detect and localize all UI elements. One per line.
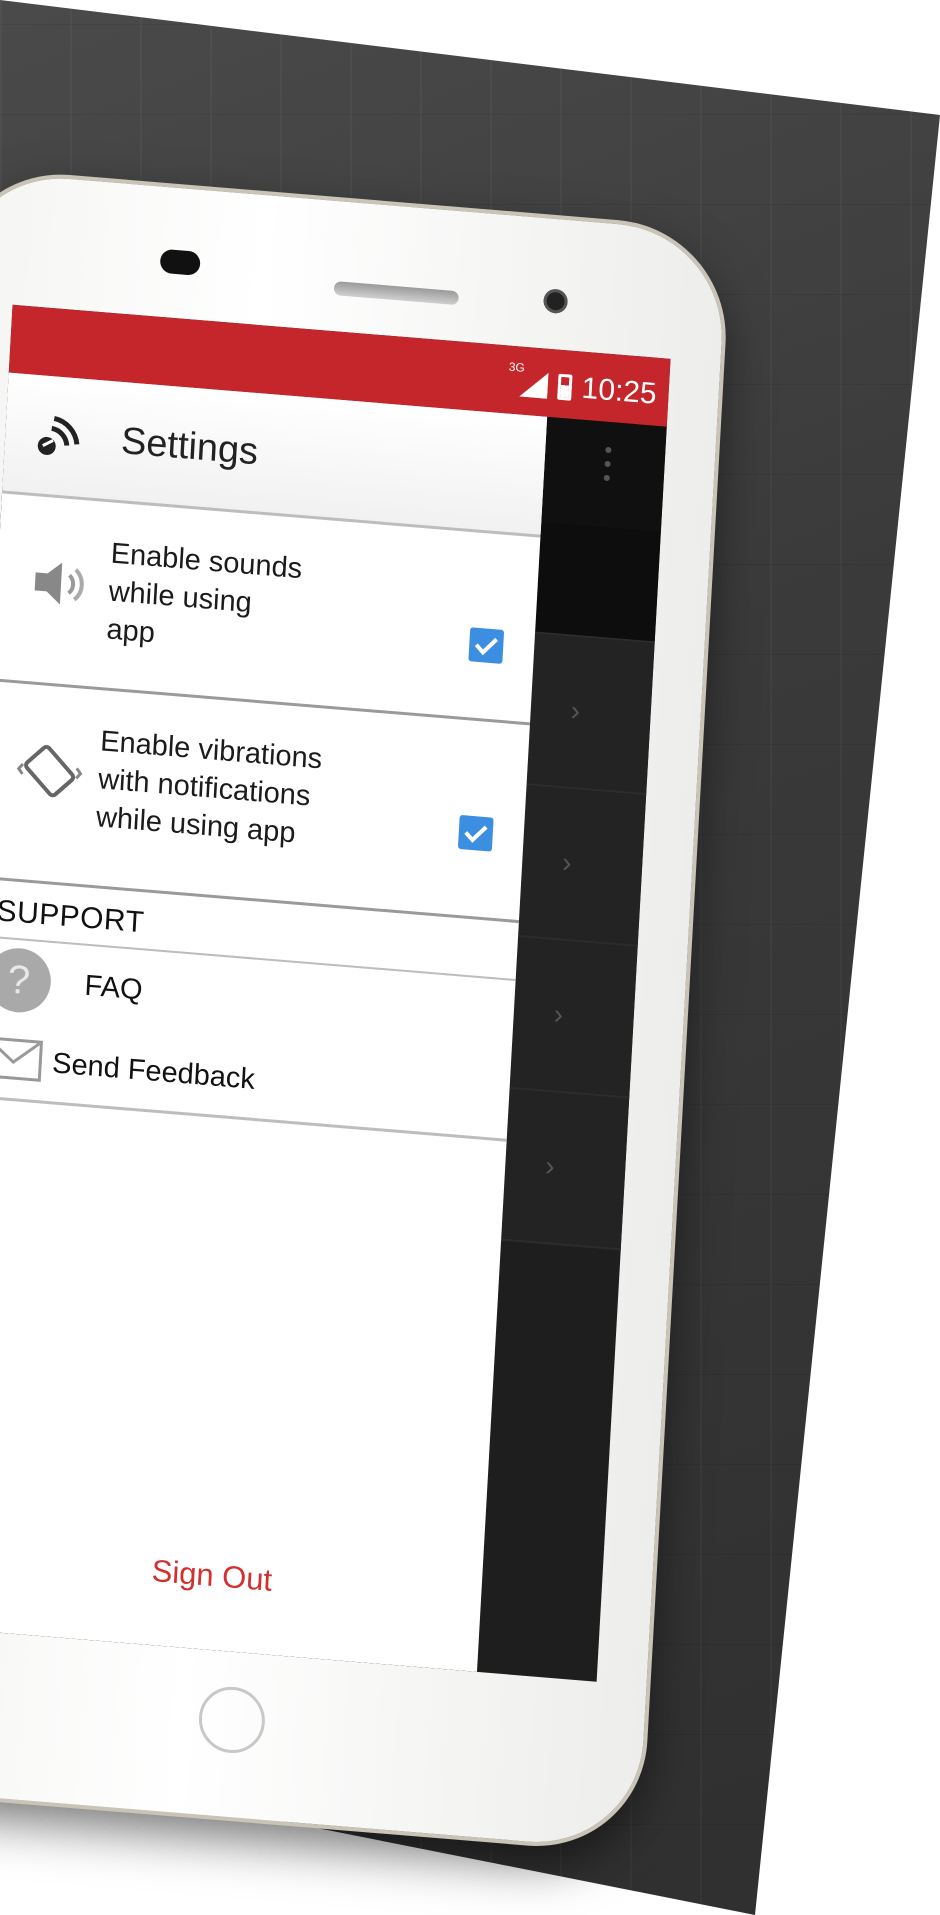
chevron-right-icon: › [544, 1150, 556, 1182]
vibrate-icon [16, 745, 83, 798]
app-row[interactable]: › [501, 1088, 630, 1251]
battery-icon [557, 373, 573, 401]
drawer-title: Settings [119, 419, 260, 473]
setting-sounds-label: Enable sounds while using app [106, 535, 411, 673]
phone-frame: 3G 10:25 › › › › Settings Enable sounds … [0, 170, 728, 1851]
wireless-logo-icon [37, 416, 80, 455]
navigation-drawer: Settings Enable sounds while using app E… [0, 372, 548, 1672]
front-camera-icon [542, 288, 569, 315]
faq-label: FAQ [83, 969, 144, 1007]
question-icon: ? [0, 945, 53, 1015]
app-row[interactable]: › [509, 937, 638, 1099]
proximity-sensor [159, 248, 201, 276]
app-toolbar [541, 416, 667, 532]
home-button[interactable] [197, 1684, 267, 1756]
overflow-menu-icon[interactable] [603, 446, 612, 489]
sign-out-button[interactable]: Sign Out [0, 1536, 482, 1616]
send-feedback-label: Send Feedback [51, 1047, 256, 1096]
setting-vibrations-label: Enable vibrations with notifications whi… [95, 722, 400, 860]
chevron-right-icon: › [552, 998, 564, 1030]
earpiece-speaker [333, 281, 460, 306]
phone-screen: 3G 10:25 › › › › Settings Enable sounds … [0, 304, 671, 1682]
mail-icon [0, 1036, 44, 1082]
app-row [535, 521, 661, 644]
signal-icon: 3G [508, 360, 549, 399]
sounds-checkbox[interactable] [468, 627, 505, 664]
app-row[interactable]: › [526, 633, 655, 796]
app-row[interactable]: › [518, 785, 647, 947]
chevron-right-icon: › [561, 846, 573, 879]
vibrations-checkbox[interactable] [457, 814, 494, 852]
network-type: 3G [508, 359, 526, 375]
chevron-right-icon: › [569, 694, 581, 727]
speaker-icon [34, 562, 84, 605]
phone-scene: 3G 10:25 › › › › Settings Enable sounds … [0, 170, 728, 1851]
status-time: 10:25 [580, 371, 658, 411]
